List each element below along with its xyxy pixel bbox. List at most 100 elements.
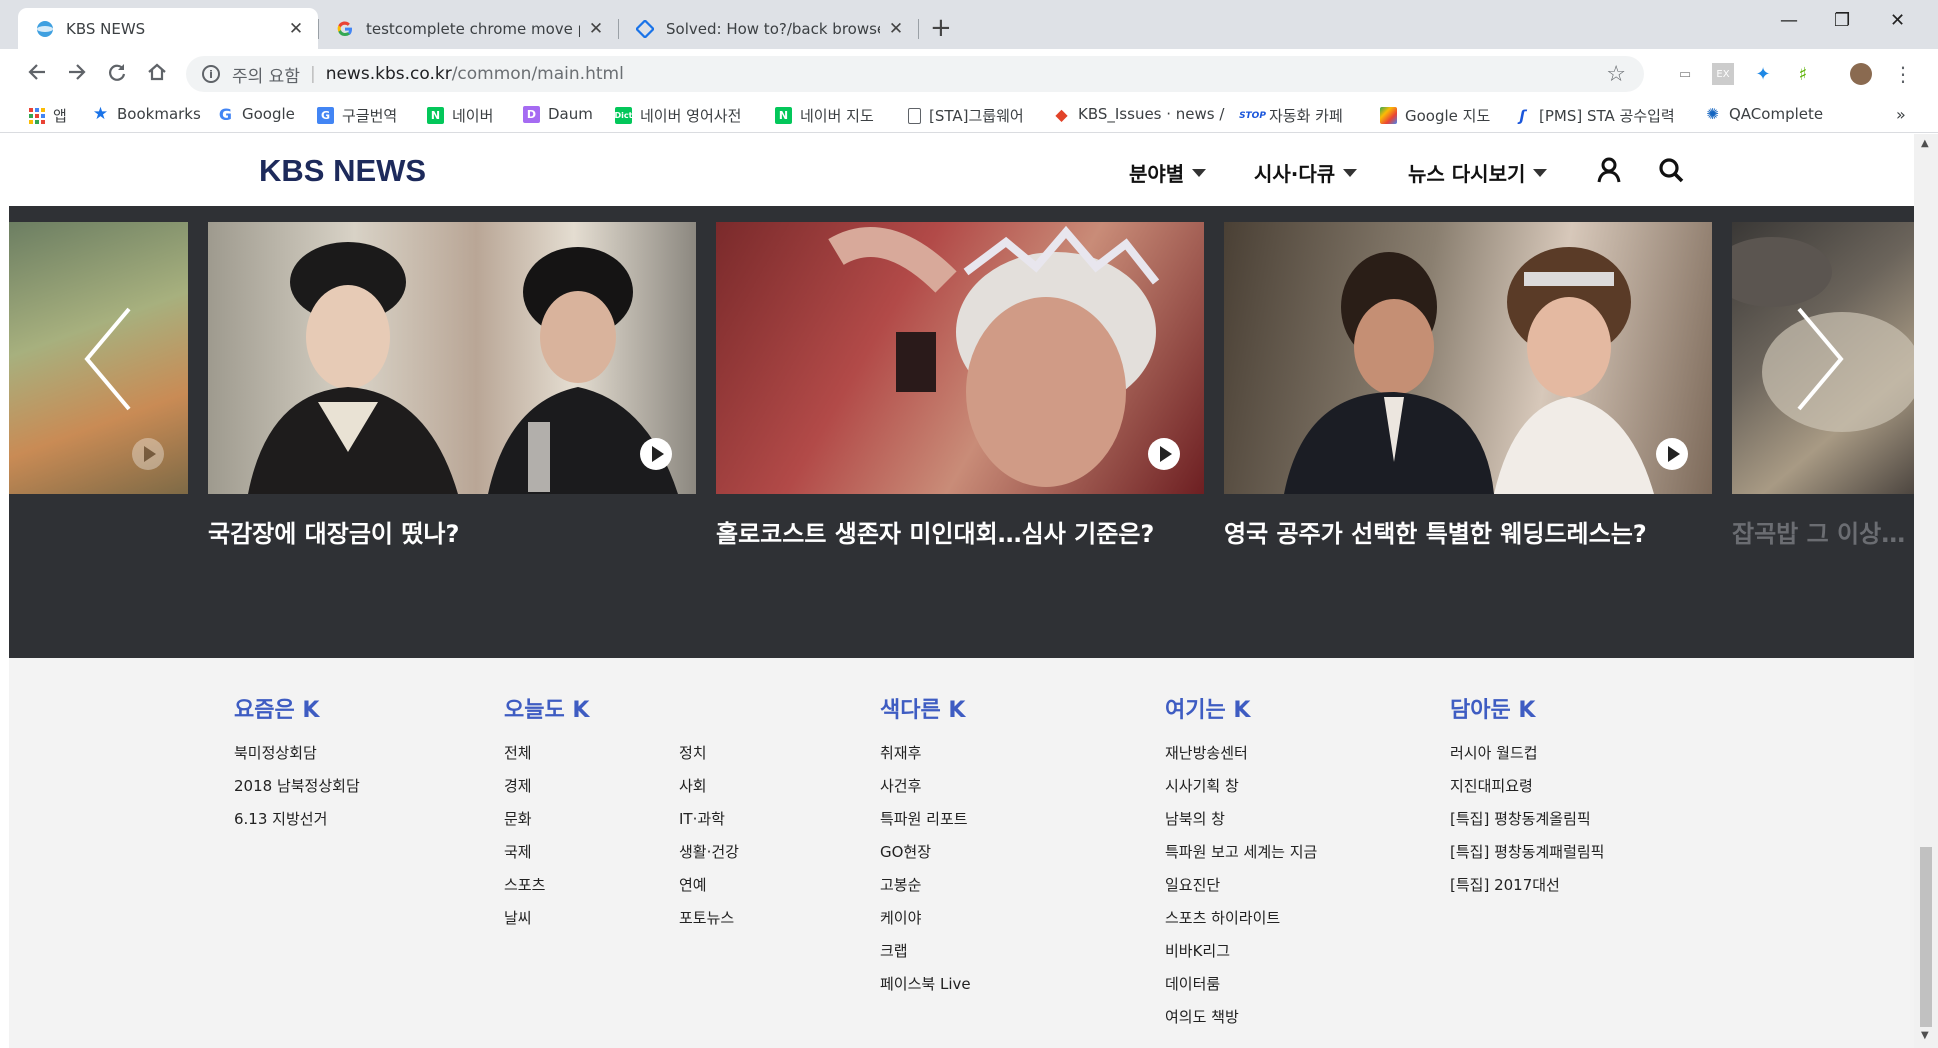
new-tab-button[interactable]: + <box>930 12 952 44</box>
carousel-caption-1[interactable]: 국감장에 대장금이 떴나? <box>208 514 459 549</box>
footer-col-title[interactable]: 여기는 K <box>1165 692 1250 724</box>
footer-link[interactable]: 케이야 <box>880 907 921 928</box>
footer-link[interactable]: 시사기획 창 <box>1165 775 1239 796</box>
carousel-slide-2[interactable] <box>716 222 1204 494</box>
minimize-button[interactable]: — <box>1780 10 1798 31</box>
footer-link[interactable]: 비바K리그 <box>1165 940 1230 961</box>
carousel-next-arrow-icon[interactable] <box>1789 304 1849 414</box>
carousel-slide-3[interactable] <box>1224 222 1712 494</box>
footer-link[interactable]: GO현장 <box>880 841 931 862</box>
menu-by-section[interactable]: 분야별 <box>1129 158 1207 187</box>
bookmark-daum[interactable]: D Daum <box>523 105 593 123</box>
home-button[interactable] <box>146 61 168 90</box>
footer-link[interactable]: 정치 <box>679 742 707 763</box>
extension-ruler-icon[interactable]: ♯ <box>1792 63 1814 85</box>
footer-link[interactable]: 북미정상회담 <box>234 742 317 763</box>
restore-button[interactable]: ❐ <box>1834 10 1850 31</box>
bookmark-google-translate[interactable]: G 구글번역 <box>317 105 397 126</box>
footer-link[interactable]: 페이스북 Live <box>880 973 971 994</box>
bookmark-naver[interactable]: N 네이버 <box>427 105 493 126</box>
extension-tool-icon[interactable]: ✦ <box>1752 63 1774 85</box>
search-icon[interactable] <box>1655 154 1687 186</box>
footer-link[interactable]: 취재후 <box>880 742 921 763</box>
carousel-prev-arrow-icon[interactable] <box>79 304 139 414</box>
footer-link[interactable]: 특파원 리포트 <box>880 808 968 829</box>
footer-link[interactable]: 여의도 책방 <box>1165 1006 1239 1027</box>
bookmark-sta-groupware[interactable]: [STA]그룹웨어 <box>908 105 1024 126</box>
carousel-caption-2[interactable]: 홀로코스트 생존자 미인대회…심사 기준은? <box>716 514 1154 549</box>
bookmark-bookmarks[interactable]: ★ Bookmarks <box>92 104 201 124</box>
footer-link[interactable]: 전체 <box>504 742 532 763</box>
extension-cast-icon[interactable]: ▭ <box>1674 63 1696 85</box>
footer-link[interactable]: 국제 <box>504 841 532 862</box>
bookmark-naver-dict[interactable]: Dict 네이버 영어사전 <box>615 105 741 126</box>
user-icon[interactable] <box>1593 154 1625 186</box>
bookmark-pms[interactable]: ʃ [PMS] STA 공수입력 <box>1514 105 1674 126</box>
footer-link[interactable]: 특파원 보고 세계는 지금 <box>1165 841 1317 862</box>
footer-link[interactable]: 사회 <box>679 775 707 796</box>
footer-link[interactable]: 러시아 월드컵 <box>1450 742 1538 763</box>
bookmark-google[interactable]: G Google <box>217 105 295 124</box>
footer-link[interactable]: 6.13 지방선거 <box>234 808 327 829</box>
extension-ex-icon[interactable]: EX <box>1712 63 1734 85</box>
footer-link[interactable]: 남북의 창 <box>1165 808 1225 829</box>
bookmark-qacomplete[interactable]: ✺ QAComplete <box>1704 105 1823 123</box>
pms-icon: ʃ <box>1519 106 1526 125</box>
close-tab-icon[interactable]: ✕ <box>588 19 604 39</box>
carousel-caption-3[interactable]: 영국 공주가 선택한 특별한 웨딩드레스는? <box>1224 514 1647 549</box>
bookmark-star-icon[interactable]: ☆ <box>1606 62 1626 87</box>
bookmark-google-maps[interactable]: Google 지도 <box>1380 105 1490 126</box>
reload-button[interactable] <box>106 61 128 90</box>
carousel-caption-4[interactable]: 잡곡밥 그 이상… <box>1732 514 1914 549</box>
carousel-slide-1[interactable] <box>208 222 696 494</box>
bookmarks-overflow-button[interactable]: » <box>1896 105 1906 124</box>
menu-kebab-icon[interactable]: ⋮ <box>1892 62 1914 86</box>
bookmark-automation-cafe[interactable]: STOP 자동화 카페 <box>1239 105 1343 126</box>
footer-link[interactable]: 스포츠 <box>504 874 545 895</box>
info-icon[interactable]: i <box>202 65 220 83</box>
tab-testcomplete-search[interactable]: testcomplete chrome move pre ✕ <box>318 8 618 49</box>
footer-link[interactable]: 생활·건강 <box>679 841 739 862</box>
address-bar[interactable]: i 주의 요함 | news.kbs.co.kr/common/main.htm… <box>186 56 1644 92</box>
profile-avatar-icon[interactable] <box>1850 63 1872 85</box>
footer-col-title[interactable]: 색다른 K <box>880 692 965 724</box>
footer-link[interactable]: 문화 <box>504 808 532 829</box>
footer-link[interactable]: [특집] 평창동계패럴림픽 <box>1450 841 1604 862</box>
footer-link[interactable]: 일요진단 <box>1165 874 1220 895</box>
footer-link[interactable]: 고봉순 <box>880 874 921 895</box>
menu-current-affairs[interactable]: 시사·다큐 <box>1254 158 1358 187</box>
footer-link[interactable]: 데이터룸 <box>1165 973 1220 994</box>
footer-col-title[interactable]: 오늘도 K <box>504 692 589 724</box>
footer-link[interactable]: 연예 <box>679 874 707 895</box>
footer-link[interactable]: [특집] 평창동계올림픽 <box>1450 808 1591 829</box>
footer-col-title[interactable]: 요즘은 K <box>234 692 319 724</box>
menu-news-replay[interactable]: 뉴스 다시보기 <box>1408 158 1548 187</box>
footer-link[interactable]: IT·과학 <box>679 808 725 829</box>
tab-kbs-news[interactable]: KBS NEWS ✕ <box>18 8 318 49</box>
footer-link[interactable]: 2018 남북정상회담 <box>234 775 360 796</box>
back-button[interactable] <box>26 61 48 90</box>
close-window-button[interactable]: ✕ <box>1890 10 1905 31</box>
footer-link[interactable]: 지진대피요령 <box>1450 775 1533 796</box>
bookmark-naver-map[interactable]: N 네이버 지도 <box>775 105 874 126</box>
footer-col-title[interactable]: 담아둔 K <box>1450 692 1535 724</box>
footer-link[interactable]: [특집] 2017대선 <box>1450 874 1560 895</box>
footer-link[interactable]: 사건후 <box>880 775 921 796</box>
tab-solved-back-browser[interactable]: Solved: How to?/back browser ✕ <box>618 8 918 49</box>
kbs-news-logo[interactable]: KBS NEWS <box>259 153 426 189</box>
page-scrollbar[interactable]: ▲ ▼ <box>1914 134 1938 1048</box>
footer-link[interactable]: 포토뉴스 <box>679 907 734 928</box>
footer-link[interactable]: 크랩 <box>880 940 908 961</box>
bookmark-kbs-issues[interactable]: ◆ KBS_Issues · news / <box>1053 105 1224 124</box>
bookmark-apps[interactable]: 앱 <box>28 105 67 126</box>
close-tab-icon[interactable]: ✕ <box>888 19 904 39</box>
footer-link[interactable]: 경제 <box>504 775 532 796</box>
forward-button[interactable] <box>66 61 88 90</box>
close-tab-icon[interactable]: ✕ <box>288 19 304 39</box>
scroll-up-icon[interactable]: ▲ <box>1921 138 1929 149</box>
scroll-down-icon[interactable]: ▼ <box>1921 1030 1929 1041</box>
scrollbar-thumb[interactable] <box>1920 847 1932 1027</box>
footer-link[interactable]: 재난방송센터 <box>1165 742 1248 763</box>
footer-link[interactable]: 날씨 <box>504 907 532 928</box>
footer-link[interactable]: 스포츠 하이라이트 <box>1165 907 1280 928</box>
